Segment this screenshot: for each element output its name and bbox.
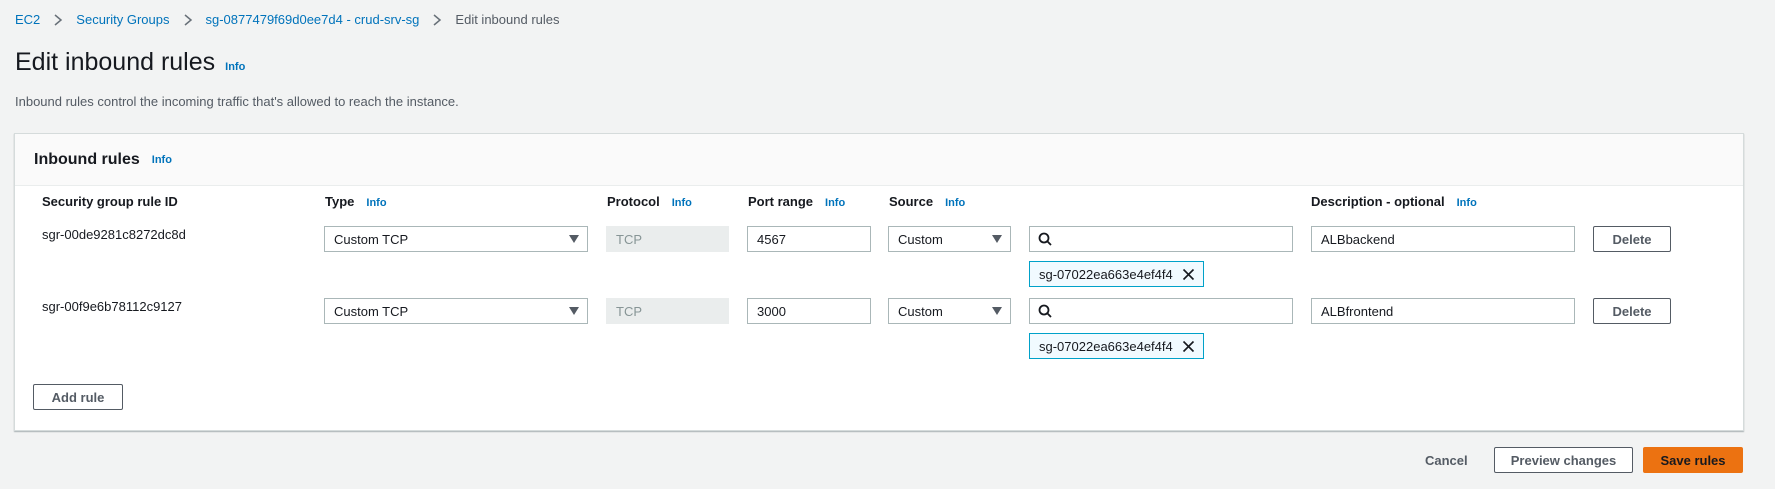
panel-info-link[interactable]: Info [152,154,172,166]
breadcrumb-security-group[interactable]: sg-0877479f69d0ee7d4 - crud-srv-sg [206,12,420,27]
source-search-input[interactable] [1058,228,1292,250]
description-input[interactable] [1311,298,1575,324]
source-search-field[interactable] [1029,298,1293,324]
column-header-description: Description - optional Info [1311,194,1477,209]
caret-down-icon [569,235,579,243]
breadcrumb: EC2 Security Groups sg-0877479f69d0ee7d4… [15,12,560,27]
panel-title: Inbound rules [34,150,140,168]
column-header-source: Source Info [889,194,965,209]
type-select[interactable]: Custom TCP [324,298,588,324]
source-info-link[interactable]: Info [945,197,965,209]
column-label: Source [889,194,934,209]
preview-changes-button[interactable]: Preview changes [1494,447,1633,473]
column-header-type: Type Info [325,194,387,209]
column-label: Description - optional [1311,194,1445,209]
save-rules-button[interactable]: Save rules [1643,447,1743,473]
add-rule-button[interactable]: Add rule [33,384,123,410]
source-select-value: Custom [898,303,943,319]
type-select-value: Custom TCP [334,231,409,247]
chevron-right-icon [53,13,63,26]
column-label: Protocol [607,194,660,209]
source-search-input[interactable] [1058,300,1292,322]
source-token-label: sg-07022ea663e4ef4f4 [1039,266,1173,282]
source-search-field[interactable] [1029,226,1293,252]
rule-id: sgr-00f9e6b78112c9127 [42,299,182,314]
delete-button[interactable]: Delete [1593,298,1671,324]
page-title-text: Edit inbound rules [15,48,216,76]
source-select[interactable]: Custom [888,226,1011,252]
panel-header: Inbound rules Info [15,134,1743,186]
search-icon [1038,232,1052,246]
source-select-value: Custom [898,231,943,247]
column-header-port-range: Port range Info [748,194,845,209]
search-icon [1038,304,1052,318]
close-icon[interactable] [1182,268,1195,281]
port-range-info-link[interactable]: Info [825,197,845,209]
chevron-right-icon [183,13,193,26]
type-select-value: Custom TCP [334,303,409,319]
caret-down-icon [569,307,579,315]
type-info-link[interactable]: Info [366,197,386,209]
type-select[interactable]: Custom TCP [324,226,588,252]
description-info-link[interactable]: Info [1457,197,1477,209]
source-select[interactable]: Custom [888,298,1011,324]
column-label: Security group rule ID [42,194,178,209]
port-range-input[interactable] [747,298,871,324]
protocol-info-link[interactable]: Info [672,197,692,209]
source-token: sg-07022ea663e4ef4f4 [1029,333,1204,359]
page-info-link[interactable]: Info [225,61,245,73]
source-token: sg-07022ea663e4ef4f4 [1029,261,1204,287]
column-header-rule-id: Security group rule ID [42,194,178,209]
page-title: Edit inbound rules Info [15,48,245,77]
protocol-input [606,226,729,252]
delete-button[interactable]: Delete [1593,226,1671,252]
description-input[interactable] [1311,226,1575,252]
port-range-input[interactable] [747,226,871,252]
breadcrumb-current: Edit inbound rules [455,12,560,27]
caret-down-icon [992,235,1002,243]
close-icon[interactable] [1182,340,1195,353]
protocol-input [606,298,729,324]
source-token-label: sg-07022ea663e4ef4f4 [1039,338,1173,354]
breadcrumb-security-groups[interactable]: Security Groups [76,12,169,27]
column-label: Type [325,194,355,209]
breadcrumb-ec2[interactable]: EC2 [15,12,40,27]
page-description: Inbound rules control the incoming traff… [15,94,459,109]
chevron-right-icon [432,13,442,26]
rule-id: sgr-00de9281c8272dc8d [42,227,186,242]
cancel-button[interactable]: Cancel [1425,453,1468,468]
inbound-rules-panel: Inbound rules Info Security group rule I… [14,133,1744,431]
column-header-protocol: Protocol Info [607,194,692,209]
caret-down-icon [992,307,1002,315]
column-label: Port range [748,194,814,209]
